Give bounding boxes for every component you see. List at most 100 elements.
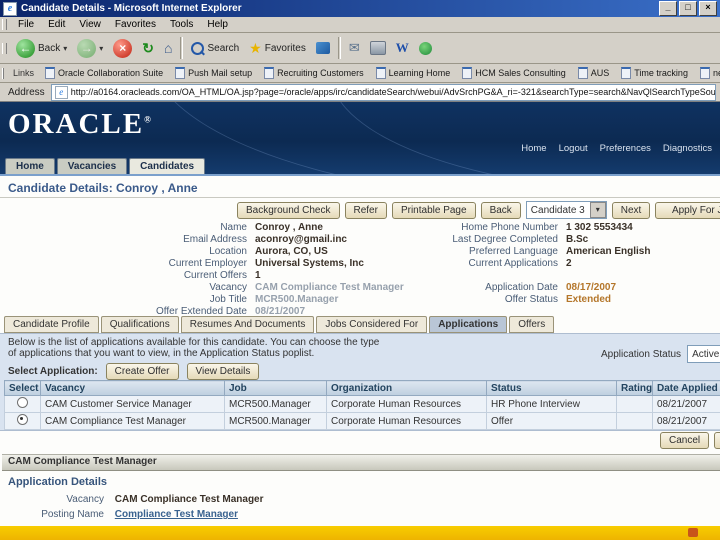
create-offer-button[interactable]: Create Offer bbox=[105, 363, 179, 380]
field-value: CAM Compliance Test Manager bbox=[114, 494, 264, 505]
global-links: Home Logout Preferences Diagnostics bbox=[521, 143, 712, 154]
global-link-logout[interactable]: Logout bbox=[559, 143, 588, 154]
field-label: Current Employer bbox=[168, 258, 247, 269]
maximize-button[interactable]: □ bbox=[679, 1, 697, 16]
back-label: Back bbox=[38, 42, 61, 54]
registered-mark: ® bbox=[144, 114, 153, 125]
field-label: Preferred Language bbox=[469, 246, 558, 257]
link-label: Time tracking bbox=[634, 68, 688, 78]
menu-favorites[interactable]: Favorites bbox=[108, 19, 163, 30]
vacancy-field: Vacancy CAM Compliance Test Manager bbox=[0, 494, 264, 506]
cancel-button[interactable]: Cancel bbox=[660, 432, 710, 449]
view-details-button[interactable]: View Details bbox=[186, 363, 260, 380]
link-oracle-collaboration-suite[interactable]: Oracle Collaboration Suite bbox=[39, 67, 169, 79]
toolbar-grip[interactable] bbox=[2, 42, 7, 54]
spacer-row bbox=[362, 270, 720, 282]
field-value: aconroy@gmail.inc bbox=[255, 234, 347, 245]
link-label: Push Mail setup bbox=[188, 68, 253, 78]
mail-button[interactable]: ✉ bbox=[344, 35, 365, 61]
stop-button[interactable]: × bbox=[108, 35, 137, 61]
link-new[interactable]: new bbox=[694, 67, 720, 79]
field-value: Universal Systems, Inc bbox=[255, 258, 364, 269]
linksbar-grip[interactable] bbox=[2, 67, 4, 79]
link-icon bbox=[45, 67, 56, 79]
menu-help[interactable]: Help bbox=[200, 19, 235, 30]
field-value: American English bbox=[566, 246, 651, 257]
row-radio[interactable] bbox=[17, 397, 28, 408]
minimize-button[interactable]: _ bbox=[659, 1, 677, 16]
field-label: Last Degree Completed bbox=[452, 234, 558, 245]
close-button[interactable]: × bbox=[699, 1, 717, 16]
back-icon: ← bbox=[16, 38, 35, 58]
edit-word-icon: W bbox=[395, 40, 409, 55]
field-label: Location bbox=[209, 246, 247, 257]
menu-view[interactable]: View bbox=[72, 19, 108, 30]
window-titlebar[interactable]: e Candidate Details - Microsoft Internet… bbox=[0, 0, 720, 17]
media-icon bbox=[315, 42, 330, 54]
link-push-mail-setup[interactable]: Push Mail setup bbox=[169, 67, 258, 79]
back-page-button[interactable]: Back bbox=[480, 201, 521, 219]
tab-candidates[interactable]: Candidates bbox=[129, 158, 206, 174]
global-link-preferences[interactable]: Preferences bbox=[600, 143, 651, 154]
page-title: Candidate Details: Conroy , Anne bbox=[8, 181, 198, 195]
address-bar: Address e http://a0164.oracleads.com/OA_… bbox=[0, 83, 720, 102]
address-input[interactable]: e http://a0164.oracleads.com/OA_HTML/OA.… bbox=[50, 83, 716, 101]
oracle-logo: ORACLE® bbox=[8, 108, 153, 140]
printable-page-button[interactable]: Printable Page bbox=[391, 201, 476, 219]
subtab-offers[interactable]: Offers bbox=[509, 316, 555, 333]
subtab-resumes-and-documents[interactable]: Resumes And Documents bbox=[180, 316, 315, 333]
refresh-button[interactable]: ↻ bbox=[137, 35, 159, 61]
global-link-home[interactable]: Home bbox=[521, 143, 546, 154]
application-status-value: Active bbox=[692, 348, 720, 360]
print-button[interactable] bbox=[365, 35, 391, 61]
favorites-button[interactable]: ★ Favorites bbox=[244, 35, 311, 61]
save-button[interactable]: Save bbox=[714, 432, 720, 449]
link-time-tracking[interactable]: Time tracking bbox=[615, 67, 694, 79]
forward-dropdown-icon: ▾ bbox=[99, 43, 104, 53]
menu-edit[interactable]: Edit bbox=[41, 19, 72, 30]
subtab-applications[interactable]: Applications bbox=[429, 316, 508, 333]
menu-file[interactable]: File bbox=[11, 19, 41, 30]
menubar-grip[interactable] bbox=[2, 19, 7, 30]
edit-button[interactable]: W bbox=[391, 35, 414, 61]
application-details-heading: Application Details bbox=[8, 476, 108, 488]
field-label: Email Address bbox=[183, 234, 247, 245]
messenger-button[interactable] bbox=[414, 35, 437, 61]
application-status-select[interactable]: Active ▾ bbox=[687, 345, 720, 363]
back-button[interactable]: ← Back ▾ bbox=[11, 35, 72, 61]
global-link-diagnostics[interactable]: Diagnostics bbox=[663, 143, 712, 154]
table-row: CAM Compliance Test Manager MCR500.Manag… bbox=[4, 412, 720, 430]
subtab-qualifications[interactable]: Qualifications bbox=[100, 316, 179, 333]
media-button[interactable] bbox=[311, 35, 335, 61]
col-organization: Organization bbox=[326, 380, 487, 396]
posting-name-link[interactable]: Compliance Test Manager bbox=[115, 509, 238, 520]
link-aus[interactable]: AUS bbox=[572, 67, 616, 79]
candidate-select[interactable]: Candidate 3 ▾ bbox=[525, 201, 607, 219]
background-check-button[interactable]: Background Check bbox=[237, 201, 340, 219]
next-button[interactable]: Next bbox=[611, 201, 651, 219]
tab-vacancies[interactable]: Vacancies bbox=[56, 158, 128, 174]
tab-home[interactable]: Home bbox=[5, 158, 55, 174]
home-button[interactable]: ⌂ bbox=[159, 35, 177, 61]
field-value: Extended bbox=[566, 294, 612, 305]
row-radio[interactable] bbox=[17, 414, 28, 425]
search-icon bbox=[191, 41, 205, 55]
forward-button[interactable]: → ▾ bbox=[72, 35, 108, 61]
field-label: Vacancy bbox=[66, 494, 104, 505]
apply-for-job-button[interactable]: Apply For Job bbox=[655, 201, 720, 219]
subtab-candidate-profile[interactable]: Candidate Profile bbox=[4, 316, 99, 333]
field-label: Job Title bbox=[209, 294, 247, 305]
cell-status: HR Phone Interview bbox=[486, 395, 617, 413]
link-learning-home[interactable]: Learning Home bbox=[370, 67, 457, 79]
link-hcm-sales-consulting[interactable]: HCM Sales Consulting bbox=[456, 67, 572, 79]
action-button-row: Background Check Refer Printable Page Ba… bbox=[237, 201, 720, 219]
link-recruiting-customers[interactable]: Recruiting Customers bbox=[258, 67, 370, 79]
link-label: Oracle Collaboration Suite bbox=[58, 68, 164, 78]
menu-tools[interactable]: Tools bbox=[163, 19, 200, 30]
application-status-label: Application Status bbox=[601, 348, 682, 360]
search-button[interactable]: Search bbox=[186, 35, 244, 61]
details-right-column: Home Phone Number 1 302 5553434 Last Degr… bbox=[362, 222, 720, 306]
refer-button[interactable]: Refer bbox=[344, 201, 387, 219]
ie-logo-icon: e bbox=[3, 1, 17, 16]
subtab-jobs-considered-for[interactable]: Jobs Considered For bbox=[316, 316, 428, 333]
